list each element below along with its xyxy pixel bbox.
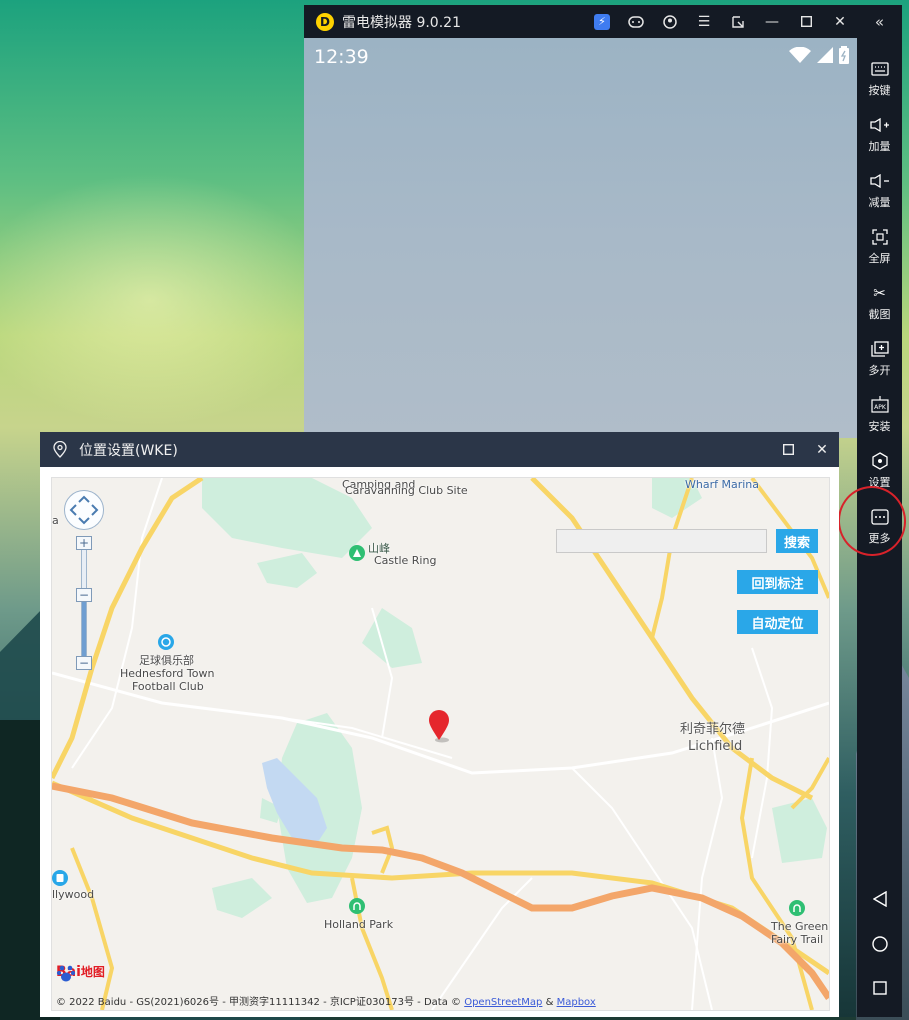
dialog-title: 位置设置(WKE) [79,442,178,459]
recents-square-icon [872,981,887,995]
sidebar-item-label: 按键 [868,84,891,97]
minimize-icon[interactable]: — [755,5,789,38]
copyright-ampersand: & [545,997,554,1008]
gamepad-icon[interactable] [619,5,653,38]
sidebar-item-label: 安装 [868,420,891,433]
multi-instance-icon [870,339,890,359]
location-search-input[interactable] [556,529,767,553]
map-label: a [52,514,59,527]
sidebar-item-label: 全屏 [868,252,891,265]
map-pan-control[interactable] [64,490,104,530]
emulator-title: 雷电模拟器 9.0.21 [342,14,461,31]
emulator-logo-icon: D [316,12,334,31]
fullscreen-icon [870,227,890,247]
map-label: Football Club [132,680,204,693]
search-button[interactable]: 搜索 [776,529,818,553]
sidebar-item-fullscreen[interactable]: 全屏 [857,221,902,273]
android-screen[interactable]: 12:39 [304,38,857,438]
map-label: Castle Ring [374,554,437,567]
battery-icon [839,46,849,64]
zoom-out-button[interactable]: − [76,656,92,670]
baidu-map-logo: Bai 地图 [56,963,105,982]
volume-up-icon [869,115,890,135]
zoom-slider-handle[interactable]: − [76,588,92,602]
baidu-logo-text: 地图 [80,965,105,979]
emulator-titlebar: D 雷电模拟器 9.0.21 ⚡ ☰ — ✕ [304,5,857,38]
sidebar-item-label: 减量 [868,196,891,209]
account-icon[interactable] [653,5,687,38]
home-circle-icon [871,936,888,952]
sidebar-item-install-apk[interactable]: APK 安装 [857,389,902,441]
zoom-in-button[interactable]: + [76,536,92,550]
svg-text:APK: APK [874,404,887,411]
baidu-paw-icon [56,965,76,982]
apk-icon: APK [870,395,890,415]
dialog-close-icon[interactable]: ✕ [805,432,839,467]
keyboard-icon [870,59,890,79]
sidebar-item-volume-down[interactable]: 减量 [857,165,902,217]
android-recents-button[interactable] [857,973,902,1003]
location-settings-dialog: 位置设置(WKE) ✕ Camping and Caravanning Club… [40,432,839,1017]
boost-icon[interactable]: ⚡ [585,5,619,38]
sidebar-item-label: 加量 [868,140,891,153]
sidebar-item-volume-up[interactable]: 加量 [857,109,902,161]
window-resize-icon[interactable] [721,5,755,38]
sidebar-item-multi-instance[interactable]: 多开 [857,333,902,385]
map-label: 利奇菲尔德 [680,722,746,737]
sidebar-item-screenshot[interactable]: ✂ 截图 [857,277,902,329]
status-icons [789,46,849,64]
maximize-icon[interactable] [789,5,823,38]
map-label: 足球俱乐部 [139,654,194,667]
back-triangle-icon [872,891,887,907]
dialog-maximize-icon[interactable] [771,432,805,467]
map-canvas[interactable]: Camping and Caravanning Club Site Wharf … [51,477,830,1011]
zoom-slider-track[interactable] [80,546,88,664]
map-label: Fairy Trail [771,933,824,946]
status-time: 12:39 [314,46,369,68]
openstreetmap-link[interactable]: OpenStreetMap [464,997,542,1008]
close-icon[interactable]: ✕ [823,5,857,38]
pan-arrows-icon [69,495,99,525]
wifi-icon [789,47,811,63]
collapse-sidebar-icon[interactable]: « [857,5,902,38]
menu-icon[interactable]: ☰ [687,5,721,38]
android-home-button[interactable] [857,929,902,959]
android-back-button[interactable] [857,884,902,914]
map-label: llywood [52,888,95,901]
auto-locate-button[interactable]: 自动定位 [737,610,818,634]
copyright-text: © 2022 Baidu - GS(2021)6026号 - 甲测资字11111… [56,997,462,1008]
map-label: Caravanning Club Site [345,484,468,497]
map-label: Holland Park [324,918,394,931]
volume-down-icon [869,171,890,191]
mapbox-link[interactable]: Mapbox [557,997,596,1008]
map-label: Hednesford Town [120,667,215,680]
map-marker-icon [429,710,449,743]
map-label: Lichfield [688,739,743,754]
signal-icon [817,47,833,63]
map-label: The Green [771,920,829,933]
map-copyright: © 2022 Baidu - GS(2021)6026号 - 甲测资字11111… [56,993,596,1008]
scissors-icon: ✂ [873,284,886,302]
sidebar-item-keymap[interactable]: 按键 [857,53,902,105]
location-pin-icon [53,441,67,458]
sidebar-item-label: 截图 [868,308,891,321]
sidebar-item-label: 多开 [868,364,891,377]
gear-icon [870,451,890,471]
dialog-titlebar: 位置设置(WKE) ✕ [40,432,839,467]
map-label: Wharf Marina [685,478,760,491]
return-to-marker-button[interactable]: 回到标注 [737,570,818,594]
